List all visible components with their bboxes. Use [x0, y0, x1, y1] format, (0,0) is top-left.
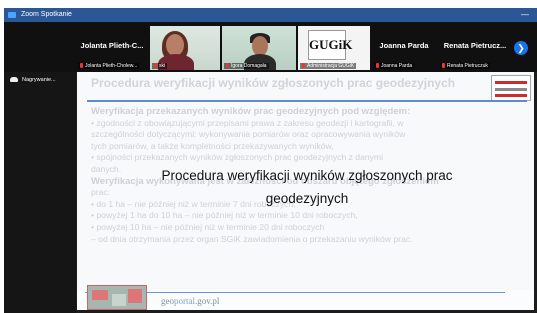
participant-name: Jolanta Plieth-C...	[80, 41, 144, 50]
title-bar: Zoom Spotkanie —	[4, 8, 537, 22]
footer-rule	[85, 292, 505, 293]
participant-label: Joanna Parda	[381, 63, 413, 69]
slide-line: • powyżej 10 ha – nie później niż w term…	[91, 221, 325, 232]
participant-tile-renata[interactable]: Renata Pietrucz... Renata Pietruczuk	[438, 26, 512, 70]
participant-label: Igora Domagała	[231, 63, 267, 69]
muted-mic-icon	[154, 63, 157, 69]
slide-line: • zgodności z obowiązującymi przepisami …	[91, 117, 404, 128]
participant-strip: Jolanta Plieth-C... Jolanta Plieth-Chole…	[4, 22, 537, 72]
participant-name: Renata Pietrucz...	[443, 41, 507, 50]
slide-logo	[491, 75, 531, 101]
recording-label: Nagrywanie...	[22, 77, 56, 83]
participant-tile-joanna[interactable]: Joanna Parda Joanna Parda	[372, 26, 436, 70]
participant-label: Renata Pietruczuk	[447, 63, 488, 69]
overlay-line-1: Procedura weryfikacji wyników zgłoszonyc…	[161, 168, 453, 183]
participant-tile-igora[interactable]: Igora Domagała	[222, 26, 296, 70]
slide-line: szczególności dotyczącymi: wykonywania p…	[91, 129, 406, 140]
participant-tile-gugik[interactable]: GUGiK Administracja GUGiK	[298, 26, 370, 70]
slide-line: • spójności przekazanych wyników zgłoszo…	[91, 152, 383, 163]
overlay-heading: Procedura weryfikacji wyników zgłoszonyc…	[117, 164, 497, 210]
gugik-logo: GUGiK	[308, 30, 352, 60]
chevron-right-icon: ❯	[517, 43, 525, 53]
muted-mic-icon	[376, 63, 379, 69]
shared-screen: Procedura weryfikacji wyników zgłoszonyc…	[77, 72, 534, 310]
cloud-icon	[10, 77, 18, 83]
muted-mic-icon	[442, 63, 445, 69]
slide-line: Weryfikacja przekazanych wyników prac ge…	[91, 106, 411, 117]
zoom-app-icon	[8, 12, 16, 18]
participant-tile-jolanta[interactable]: Jolanta Plieth-C... Jolanta Plieth-Chole…	[76, 26, 148, 70]
participant-name: Joanna Parda	[379, 41, 429, 50]
zoom-window: Zoom Spotkanie — Jolanta Plieth-C... Jol…	[4, 8, 537, 313]
muted-mic-icon	[302, 63, 305, 69]
participant-label: Jolanta Plieth-Cholew...	[85, 63, 138, 69]
overlay-line-2: geodezyjnych	[265, 191, 349, 206]
slide-line: – od dnia otrzymania przez organ SGiK za…	[91, 233, 413, 244]
next-page-button[interactable]: ❯	[514, 41, 528, 55]
recording-badge[interactable]: Nagrywanie...	[10, 75, 56, 85]
participant-label: ski	[159, 63, 166, 69]
geoportal-logo: geoportal.gov.pl	[161, 296, 220, 306]
slide-rule	[87, 100, 527, 102]
side-panel: Nagrywanie...	[4, 72, 76, 313]
participant-label: Administracja GUGiK	[307, 63, 355, 69]
minimize-button[interactable]: —	[521, 8, 529, 22]
muted-mic-icon	[80, 63, 83, 69]
slide-line: • powyżej 1 ha do 10 ha – nie później ni…	[91, 210, 358, 221]
slide-title: Procedura weryfikacji wyników zgłoszonyc…	[91, 76, 456, 90]
muted-mic-icon	[226, 63, 229, 69]
participant-tile-video[interactable]: ski	[150, 26, 220, 70]
footer-images	[87, 285, 147, 310]
slide-line: tych pomiarów, a także kompletności prze…	[91, 140, 334, 151]
window-title: Zoom Spotkanie	[20, 11, 72, 18]
